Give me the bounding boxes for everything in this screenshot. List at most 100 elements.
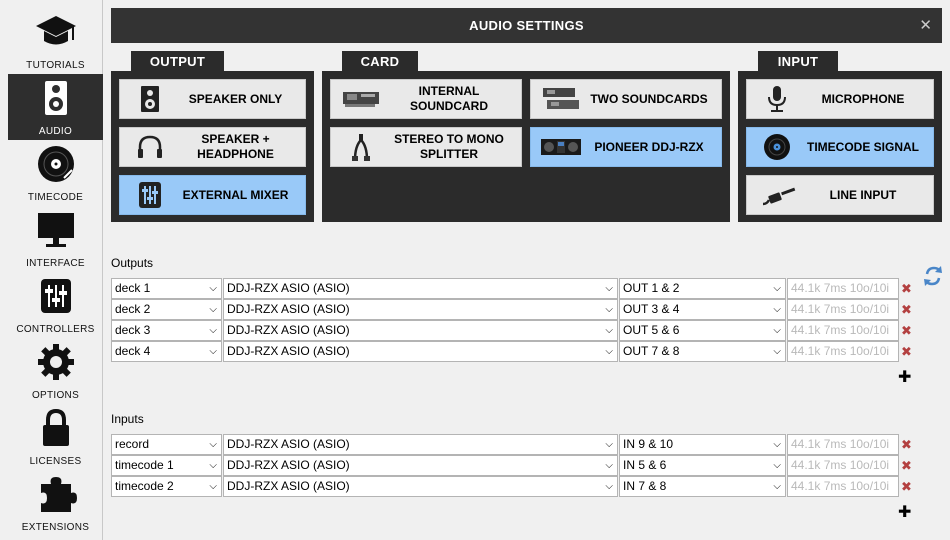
chevron-down-icon: ⌵ [209, 346, 217, 357]
outputs-label: Outputs [111, 256, 154, 270]
input-info: 44.1k 7ms 10o/10i [787, 476, 899, 497]
chevron-down-icon: ⌵ [209, 304, 217, 315]
option-label: LINE INPUT [829, 187, 897, 202]
input-device-value: DDJ-RZX ASIO (ASIO) [227, 437, 350, 451]
output-name-select[interactable]: deck 2 ⌵ [111, 299, 222, 320]
output-device-select[interactable]: DDJ-RZX ASIO (ASIO) ⌵ [223, 299, 618, 320]
chevron-down-icon: ⌵ [773, 346, 781, 357]
option-label: PIONEER DDJ-RZX [594, 139, 704, 154]
monitor-icon [37, 213, 74, 247]
input-option-timecode-signal[interactable]: TIMECODE SIGNAL [746, 127, 934, 167]
speaker-icon [44, 81, 67, 115]
option-label: MICROPHONE [821, 91, 905, 106]
option-label: TWO SOUNDCARDS [590, 91, 708, 106]
output-channels-select[interactable]: OUT 3 & 4 ⌵ [619, 299, 786, 320]
input-channels-value: IN 7 & 8 [623, 479, 667, 493]
output-option-external-mixer[interactable]: EXTERNAL MIXER [119, 175, 306, 215]
output-section: SPEAKER ONLY SPEAKER + HEADPHONE EXTERNA… [111, 71, 314, 222]
output-device-select[interactable]: DDJ-RZX ASIO (ASIO) ⌵ [223, 320, 618, 341]
refresh-icon[interactable] [922, 264, 944, 288]
output-info: 44.1k 7ms 10o/10i [787, 278, 899, 299]
delete-output-icon[interactable]: ✖ [901, 278, 912, 299]
delete-output-icon[interactable]: ✖ [901, 299, 912, 320]
output-section-tab: OUTPUT [131, 51, 224, 72]
sidebar-item-timecode[interactable]: TIMECODE [8, 140, 103, 206]
output-name-select[interactable]: deck 3 ⌵ [111, 320, 222, 341]
graduation-cap-icon [35, 16, 76, 45]
chevron-down-icon: ⌵ [605, 283, 613, 294]
dialog-header: AUDIO SETTINGS ✕ [111, 8, 942, 43]
vinyl-record-icon [764, 134, 790, 160]
sidebar-item-licenses[interactable]: LICENSES [8, 404, 103, 470]
output-name-select[interactable]: deck 4 ⌵ [111, 341, 222, 362]
speaker-icon [141, 86, 159, 112]
input-name-select[interactable]: timecode 1 ⌵ [111, 455, 222, 476]
input-option-line-input[interactable]: LINE INPUT [746, 175, 934, 215]
output-device-select[interactable]: DDJ-RZX ASIO (ASIO) ⌵ [223, 278, 618, 299]
sliders-icon [40, 279, 71, 313]
sidebar-item-options[interactable]: OPTIONS [8, 338, 103, 404]
chevron-down-icon: ⌵ [605, 460, 613, 471]
output-device-select[interactable]: DDJ-RZX ASIO (ASIO) ⌵ [223, 341, 618, 362]
input-name-select[interactable]: timecode 2 ⌵ [111, 476, 222, 497]
soundcard-icon [343, 92, 379, 107]
card-option-internal-soundcard[interactable]: INTERNAL SOUNDCARD [330, 79, 522, 119]
input-channels-select[interactable]: IN 9 & 10 ⌵ [619, 434, 786, 455]
delete-input-icon[interactable]: ✖ [901, 455, 912, 476]
chevron-down-icon: ⌵ [209, 460, 217, 471]
input-name-value: timecode 1 [115, 458, 174, 472]
delete-output-icon[interactable]: ✖ [901, 341, 912, 362]
input-section: MICROPHONE TIMECODE SIGNAL LINE INPUT [738, 71, 942, 222]
input-info: 44.1k 7ms 10o/10i [787, 434, 899, 455]
input-info: 44.1k 7ms 10o/10i [787, 455, 899, 476]
chevron-down-icon: ⌵ [209, 481, 217, 492]
card-section-tab: CARD [342, 51, 418, 72]
input-option-microphone[interactable]: MICROPHONE [746, 79, 934, 119]
output-name-select[interactable]: deck 1 ⌵ [111, 278, 222, 299]
output-channels-select[interactable]: OUT 5 & 6 ⌵ [619, 320, 786, 341]
chevron-down-icon: ⌵ [773, 325, 781, 336]
sidebar: TUTORIALS AUDIO TIMECODE INTERFACE CONTR… [0, 0, 103, 540]
output-channels-value: OUT 7 & 8 [623, 344, 680, 358]
chevron-down-icon: ⌵ [209, 439, 217, 450]
delete-output-icon[interactable]: ✖ [901, 320, 912, 341]
input-device-value: DDJ-RZX ASIO (ASIO) [227, 458, 350, 472]
input-channels-select[interactable]: IN 7 & 8 ⌵ [619, 476, 786, 497]
sidebar-item-label: INTERFACE [26, 258, 85, 269]
splitter-cable-icon [352, 134, 370, 161]
output-info: 44.1k 7ms 10o/10i [787, 341, 899, 362]
input-device-value: DDJ-RZX ASIO (ASIO) [227, 479, 350, 493]
card-option-pioneer-ddj-rzx[interactable]: PIONEER DDJ-RZX [530, 127, 722, 167]
sidebar-item-label: OPTIONS [31, 390, 80, 401]
input-device-select[interactable]: DDJ-RZX ASIO (ASIO) ⌵ [223, 434, 618, 455]
add-output-button[interactable]: ✚ [898, 367, 911, 387]
close-icon[interactable]: ✕ [919, 16, 932, 34]
output-info: 44.1k 7ms 10o/10i [787, 299, 899, 320]
input-name-value: record [115, 437, 150, 451]
output-channels-value: OUT 3 & 4 [623, 302, 680, 316]
chevron-down-icon: ⌵ [773, 283, 781, 294]
sidebar-item-controllers[interactable]: CONTROLLERS [8, 272, 103, 338]
sidebar-item-interface[interactable]: INTERFACE [8, 206, 103, 272]
delete-input-icon[interactable]: ✖ [901, 476, 912, 497]
output-name-value: deck 1 [115, 281, 151, 295]
card-option-stereo-to-mono-splitter[interactable]: STEREO TO MONO SPLITTER [330, 127, 522, 167]
input-channels-value: IN 9 & 10 [623, 437, 674, 451]
input-name-select[interactable]: record ⌵ [111, 434, 222, 455]
input-row: timecode 1 ⌵ DDJ-RZX ASIO (ASIO) ⌵ IN 5 & … [111, 455, 899, 476]
output-channels-select[interactable]: OUT 7 & 8 ⌵ [619, 341, 786, 362]
input-device-select[interactable]: DDJ-RZX ASIO (ASIO) ⌵ [223, 476, 618, 497]
input-section-tab: INPUT [758, 51, 838, 72]
sidebar-item-audio[interactable]: AUDIO [8, 74, 103, 140]
puzzle-icon [40, 477, 77, 512]
input-channels-select[interactable]: IN 5 & 6 ⌵ [619, 455, 786, 476]
output-option-speaker-headphone[interactable]: SPEAKER + HEADPHONE [119, 127, 306, 167]
delete-input-icon[interactable]: ✖ [901, 434, 912, 455]
output-channels-select[interactable]: OUT 1 & 2 ⌵ [619, 278, 786, 299]
add-input-button[interactable]: ✚ [898, 502, 911, 522]
input-device-select[interactable]: DDJ-RZX ASIO (ASIO) ⌵ [223, 455, 618, 476]
sidebar-item-extensions[interactable]: EXTENSIONS [8, 470, 103, 536]
card-option-two-soundcards[interactable]: TWO SOUNDCARDS [530, 79, 722, 119]
sidebar-item-tutorials[interactable]: TUTORIALS [8, 8, 103, 74]
output-option-speaker-only[interactable]: SPEAKER ONLY [119, 79, 306, 119]
